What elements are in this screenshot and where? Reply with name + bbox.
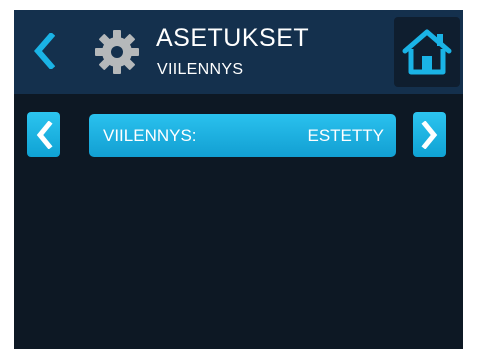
back-button[interactable] xyxy=(28,30,60,72)
chevron-left-icon xyxy=(36,120,53,149)
home-button[interactable] xyxy=(394,17,460,87)
gear-icon xyxy=(95,30,139,74)
setting-value: ESTETTY xyxy=(307,126,384,145)
home-icon xyxy=(402,29,452,75)
chevron-right-icon xyxy=(420,120,437,149)
setting-selector[interactable]: VIILENNYS: ESTETTY xyxy=(89,114,396,157)
page-subtitle: VIILENNYS xyxy=(157,61,244,78)
next-option-button[interactable] xyxy=(413,112,446,157)
chevron-left-icon xyxy=(34,33,55,69)
device-screen: ASETUKSET VIILENNYS VIILENNYS: ESTETTY xyxy=(14,10,463,349)
previous-option-button[interactable] xyxy=(27,112,60,157)
header-bar: ASETUKSET VIILENNYS xyxy=(14,10,463,94)
page-title: ASETUKSET xyxy=(156,24,310,52)
setting-label: VIILENNYS: xyxy=(103,126,197,145)
